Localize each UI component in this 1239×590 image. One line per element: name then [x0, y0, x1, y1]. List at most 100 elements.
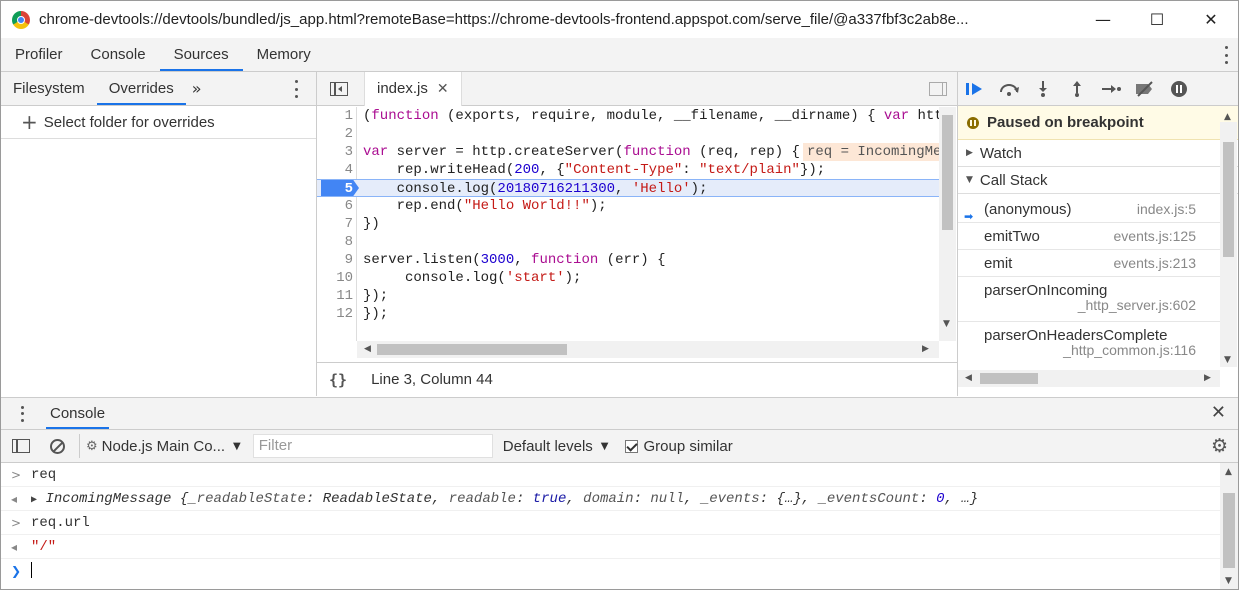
- log-levels-dropdown[interactable]: Default levels ▼: [503, 438, 609, 455]
- execution-context-selector[interactable]: ⚙ Node.js Main Co... ▼: [79, 434, 241, 458]
- line-source: console.log('start');: [363, 270, 582, 286]
- code-line[interactable]: 5 console.log(20180716211300, 'Hello');: [317, 179, 939, 197]
- pretty-print-icon[interactable]: {}: [329, 371, 347, 389]
- editor-vertical-scrollbar[interactable]: ▼: [939, 107, 956, 341]
- close-window-button[interactable]: ✕: [1184, 1, 1238, 38]
- call-frame[interactable]: parserOnIncoming _http_server.js:602: [958, 277, 1220, 322]
- drawer-tab-console[interactable]: Console: [46, 398, 110, 429]
- line-number[interactable]: 5: [317, 180, 353, 198]
- line-number[interactable]: 11: [317, 287, 353, 305]
- line-number[interactable]: 7: [317, 215, 353, 233]
- call-frame[interactable]: emit events.js:213: [958, 250, 1220, 277]
- line-source: console.log(20180716211300, 'Hello');: [363, 181, 708, 197]
- console-input-message[interactable]: > req.url: [1, 511, 1220, 535]
- paused-message: Paused on breakpoint: [987, 114, 1144, 131]
- select-folder-for-overrides-button[interactable]: + Select folder for overrides: [1, 106, 316, 139]
- close-tab-icon[interactable]: ✕: [437, 72, 449, 106]
- frame-location[interactable]: _http_common.js:116: [1063, 340, 1196, 360]
- step-over-icon[interactable]: [992, 72, 1026, 106]
- more-tabs-icon[interactable]: »: [186, 79, 208, 98]
- line-number[interactable]: 3: [317, 143, 353, 161]
- debugger-horizontal-scrollbar[interactable]: ◀ ▶: [958, 370, 1220, 387]
- code-line[interactable]: 12});: [317, 305, 939, 323]
- drawer-menu-icon[interactable]: [20, 405, 24, 422]
- code-line[interactable]: 3 var server = http.createServer(function…: [317, 143, 939, 161]
- call-frame[interactable]: parserOnHeadersComplete _http_common.js:1…: [958, 322, 1220, 366]
- tab-profiler[interactable]: Profiler: [1, 38, 77, 71]
- inline-variable-value: req = IncomingMe: [803, 143, 939, 161]
- customize-devtools-menu-icon[interactable]: [1224, 46, 1228, 64]
- tab-sources[interactable]: Sources: [159, 38, 243, 71]
- maximize-button[interactable]: ☐: [1130, 1, 1184, 38]
- callstack-section-header[interactable]: ▼ Call Stack: [958, 167, 1238, 194]
- line-source: var server = http.createServer(function …: [363, 144, 800, 160]
- console-filter-input[interactable]: Filter: [252, 434, 493, 458]
- sources-navigator: Filesystem Overrides » + Select folder f…: [1, 72, 317, 396]
- editor-status-bar: {} Line 3, Column 44: [317, 362, 957, 396]
- clear-console-icon[interactable]: [50, 438, 65, 454]
- editor-horizontal-scrollbar[interactable]: ◀ ▶: [357, 341, 939, 358]
- debugger-vertical-scrollbar[interactable]: ▲ ▼: [1220, 112, 1237, 367]
- watch-label: Watch: [979, 144, 1022, 162]
- navigator-menu-icon[interactable]: [294, 80, 298, 98]
- pause-on-exceptions-icon[interactable]: [1162, 72, 1196, 106]
- frame-location[interactable]: events.js:125: [1114, 223, 1197, 250]
- frame-location[interactable]: events.js:213: [1114, 250, 1197, 277]
- line-number[interactable]: 4: [317, 161, 353, 179]
- toggle-navigator-icon[interactable]: [330, 81, 348, 96]
- tab-filesystem[interactable]: Filesystem: [1, 72, 97, 105]
- message-text: ▶ IncomingMessage {_readableState: Reada…: [31, 491, 979, 507]
- line-number[interactable]: 12: [317, 305, 353, 323]
- console-settings-icon[interactable]: ⚙: [1211, 435, 1228, 457]
- minimize-button[interactable]: —: [1076, 1, 1130, 38]
- code-line[interactable]: 10 console.log('start');: [317, 269, 939, 287]
- console-result-message[interactable]: ◂ "/": [1, 535, 1220, 559]
- step-out-icon[interactable]: [1060, 72, 1094, 106]
- step-icon[interactable]: [1094, 72, 1128, 106]
- close-drawer-icon[interactable]: ✕: [1211, 402, 1226, 423]
- toggle-debugger-icon[interactable]: [929, 82, 947, 96]
- line-number[interactable]: 2: [317, 125, 353, 143]
- console-input-message[interactable]: > req: [1, 463, 1220, 487]
- code-line[interactable]: 6 rep.end("Hello World!!");: [317, 197, 939, 215]
- paused-banner: Paused on breakpoint: [958, 106, 1238, 140]
- call-frame[interactable]: ➡ (anonymous) index.js:5: [958, 196, 1220, 223]
- watch-section-header[interactable]: ▶ Watch: [958, 140, 1238, 167]
- line-number[interactable]: 6: [317, 197, 353, 215]
- drawer-tab-bar: Console ✕: [1, 397, 1238, 430]
- line-source: server.listen(3000, function (err) {: [363, 252, 666, 268]
- code-line[interactable]: 1 (function (exports, require, module, __…: [317, 107, 939, 125]
- code-line[interactable]: 11});: [317, 287, 939, 305]
- deactivate-breakpoints-icon[interactable]: [1128, 72, 1162, 106]
- group-similar-checkbox[interactable]: [624, 439, 638, 453]
- tab-console[interactable]: Console: [77, 38, 160, 71]
- code-area[interactable]: 1 (function (exports, require, module, __…: [317, 107, 939, 341]
- code-line[interactable]: 9 server.listen(3000, function (err) {: [317, 251, 939, 269]
- frame-location[interactable]: index.js:5: [1137, 196, 1196, 223]
- line-number[interactable]: 10: [317, 269, 353, 287]
- tab-overrides[interactable]: Overrides: [96, 72, 186, 105]
- tab-memory[interactable]: Memory: [243, 38, 325, 71]
- levels-label: Default levels: [502, 437, 593, 455]
- console-output[interactable]: > req ◂ ▶ IncomingMessage {_readableState: …: [1, 463, 1220, 589]
- line-source: (function (exports, require, module, __f…: [363, 108, 939, 124]
- select-folder-label: Select folder for overrides: [43, 113, 215, 131]
- line-number[interactable]: 1: [317, 107, 353, 125]
- debugger-sidebar: Paused on breakpoint ▶ Watch ▼ Call Stac…: [958, 72, 1238, 396]
- console-result-message[interactable]: ◂ ▶ IncomingMessage {_readableState: Read…: [1, 487, 1220, 511]
- code-line[interactable]: 7}): [317, 215, 939, 233]
- frame-location[interactable]: _http_server.js:602: [1078, 295, 1196, 315]
- code-line[interactable]: 4 rep.writeHead(200, {"Content-Type": "t…: [317, 161, 939, 179]
- call-frame[interactable]: emitTwo events.js:125: [958, 223, 1220, 250]
- line-number[interactable]: 8: [317, 233, 353, 251]
- plus-icon: +: [21, 110, 38, 134]
- resume-icon[interactable]: [958, 72, 992, 106]
- step-into-icon[interactable]: [1026, 72, 1060, 106]
- line-number[interactable]: 9: [317, 251, 353, 269]
- code-line[interactable]: 8: [317, 233, 939, 251]
- console-sidebar-toggle-icon[interactable]: [12, 439, 30, 453]
- console-vertical-scrollbar[interactable]: ▲ ▼: [1220, 463, 1238, 589]
- code-line[interactable]: 2: [317, 125, 939, 143]
- console-prompt[interactable]: ❯: [1, 559, 1220, 583]
- file-tab-index-js[interactable]: index.js ✕: [364, 71, 462, 106]
